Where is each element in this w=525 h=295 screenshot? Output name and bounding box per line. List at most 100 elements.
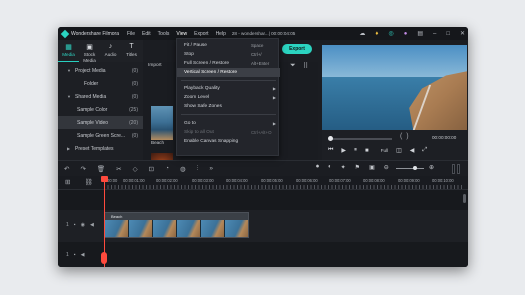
filmora-logo-icon [60,29,70,38]
undo-icon[interactable]: ↶ [64,165,69,173]
voice-icon[interactable]: ◐ [328,164,332,171]
preview-scrubber[interactable] [330,138,392,140]
sidebar-item-shared-media[interactable]: ▼ Shared Media (0) [58,90,143,103]
menu-view[interactable]: View [176,31,187,37]
menu-item-canvas-snapping[interactable]: Enable Canvas Snapping [177,137,280,146]
minimize-icon[interactable]: – [433,31,436,37]
import-button[interactable]: Import [148,63,162,68]
add-track-icon[interactable]: ⊞ [65,178,70,186]
pause-icon[interactable]: ⏸ [354,147,357,154]
sidebar-item-project-media[interactable]: ▼ Project Media (0) [58,64,143,77]
clip-header [105,213,248,220]
menu-help[interactable]: Help [216,31,226,37]
tab-audio[interactable]: ♪ Audio [100,40,121,62]
color-icon[interactable]: ◍ [180,165,186,173]
tab-titles[interactable]: T Titles [121,40,142,62]
link-icon[interactable]: ⛓ [84,178,92,186]
menu-item-fit-pause[interactable]: Fit / Pause Space [177,41,280,50]
tab-media[interactable]: ▦ Media [58,40,79,62]
stop-icon[interactable]: ■ [365,148,369,154]
sidebar-item-count: (0) [131,80,138,87]
marker-icon[interactable]: ⚑ [355,164,360,171]
snapshot-tool-icon[interactable]: ▣ [369,164,375,171]
prev-frame-icon[interactable]: ⏮ [328,147,333,154]
more-tools-icon[interactable]: » [209,165,213,173]
headset-icon[interactable]: ◎ [388,30,393,37]
menu-item-playback-quality[interactable]: Playback Quality ▶ [177,84,280,93]
video-clip[interactable]: Beach [104,212,249,238]
mark-in-out-icon[interactable]: ( ) [400,133,409,140]
sidebar-item-sample-color[interactable]: Sample Color (25) [58,103,143,116]
lock-icon[interactable]: ▪ [74,222,76,228]
ruler-tick-label: 00:00:01:00 [123,178,145,183]
lock-icon[interactable]: ▪ [74,252,76,258]
bulb-icon[interactable]: ♦ [375,31,378,37]
audio-track-header: 1 ▪ ◀ [58,252,104,258]
cloud-icon[interactable]: ☁ [359,30,365,37]
menu-item-stop[interactable]: Stop Ctrl+/ [177,50,280,59]
app-name: Wondershare Filmora [71,30,119,37]
mute-icon[interactable]: ◀ [90,222,94,228]
ruler-tick-label: 00:00:06:00 [296,178,318,183]
mute-icon[interactable]: ◀ [81,252,85,258]
menu-tools[interactable]: Tools [158,31,170,37]
avatar[interactable]: ● [404,31,408,37]
playhead-handle[interactable] [101,176,108,182]
play-icon[interactable]: ▶ [341,147,346,154]
audio-adjust-icon[interactable]: ⫶ [197,165,199,173]
menu-item-show-safe-zones[interactable]: Show Safe Zones [177,102,280,111]
export-button[interactable]: Export [282,44,312,54]
sidebar-item-label: Project Media [75,67,106,74]
timeline-scrollbar[interactable] [463,194,466,203]
timeline-layout-icon[interactable] [452,164,462,174]
zoom-slider-handle[interactable] [413,166,417,170]
preview-sky [322,45,467,79]
zoom-out-icon[interactable]: ⊖ [384,164,389,171]
menu-item-go-to[interactable]: Go to ▶ [177,119,280,128]
menu-item-full-screen[interactable]: Full Screen / Restore Alt+Enter [177,59,280,68]
media-thumbnail-beach[interactable] [151,106,173,140]
ruler-tick-label: 00:00:08:00 [363,178,385,183]
quality-select[interactable]: Full [381,148,388,153]
layout-icon[interactable]: ▤ [417,30,423,37]
menu-export[interactable]: Export [194,31,208,37]
ruler-ticks [104,185,462,189]
close-icon[interactable]: ✕ [460,30,465,37]
sidebar-item-count: (25) [129,106,138,113]
tab-stock-media[interactable]: ▣ Stock Media [79,40,100,63]
zoom-slider-track[interactable] [396,168,424,169]
speed-icon[interactable]: ◔ [165,165,169,173]
video-preview[interactable] [322,45,467,130]
clip-frame [225,220,248,237]
sidebar-item-sample-video[interactable]: Sample Video (20) [58,116,143,129]
ruler-tick-label: 00:00:02:00 [156,178,178,183]
timeline-right-tools: ⏺ ◐ ✦ ⚑ ▣ ⊖ [316,164,389,171]
cut-icon[interactable]: ✂ [116,165,121,173]
menu-file[interactable]: File [127,31,135,37]
volume-icon[interactable]: ◀ [410,147,415,154]
menu-item-zoom-level[interactable]: Zoom Level ▶ [177,93,280,102]
snapshot-icon[interactable]: ◫ [396,147,402,154]
sidebar-item-count: (0) [131,132,138,139]
scrubber-handle[interactable] [328,136,333,141]
filter-icon[interactable]: ⏷ [290,62,296,70]
sidebar-item-sample-green-screen[interactable]: Sample Green Scre... (0) [58,129,143,142]
clip-label: Beach [111,214,123,219]
fullscreen-icon[interactable]: ⤢ [422,147,427,154]
delete-icon[interactable]: 🗑 [97,165,105,173]
menu-edit[interactable]: Edit [142,31,151,37]
hide-icon[interactable]: ◉ [81,222,85,228]
tag-icon[interactable]: ◇ [133,165,138,173]
grid-view-icon[interactable]: ⠿ [303,62,308,70]
playhead-bottom-handle[interactable] [101,252,107,264]
menu-item-vertical-screen[interactable]: Vertical Screen / Restore [177,68,280,77]
timeline-ruler[interactable]: ⊞ ⛓ 00:00 00:00:01:00 00:00:02:00 00:00:… [58,176,468,190]
sidebar-item-preset-templates[interactable]: ▶ Preset Templates [58,142,143,155]
mic-icon[interactable]: ⏺ [316,164,319,171]
sidebar-item-folder[interactable]: Folder (0) [58,77,143,90]
maximize-icon[interactable]: □ [446,31,450,37]
zoom-in-icon[interactable]: ⊕ [429,164,434,171]
crop-icon[interactable]: ⊡ [149,165,154,173]
ai-icon[interactable]: ✦ [341,164,346,171]
redo-icon[interactable]: ↷ [80,165,85,173]
